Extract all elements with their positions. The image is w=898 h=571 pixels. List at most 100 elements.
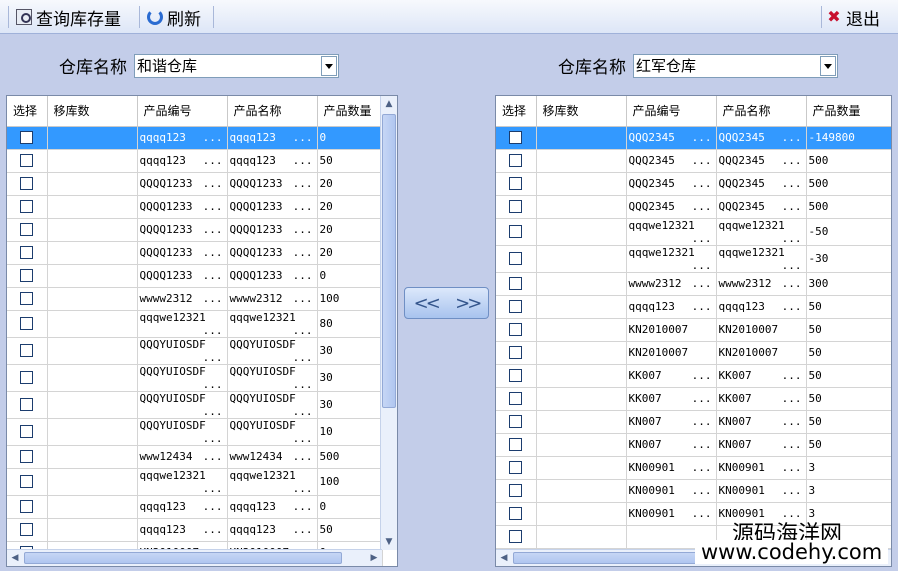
right-table-row[interactable]: KN00901... KN00901... 3 <box>496 479 891 503</box>
row-checkbox[interactable] <box>509 300 523 314</box>
move-quantity-cell[interactable] <box>47 149 138 173</box>
scroll-down-icon[interactable]: ▼ <box>382 535 396 549</box>
row-checkbox[interactable] <box>20 398 34 412</box>
left-table-row[interactable]: qqqq123... qqqq123... 0 <box>7 495 383 519</box>
select-cell[interactable] <box>496 433 537 457</box>
move-quantity-cell[interactable] <box>47 241 138 265</box>
row-checkbox[interactable] <box>20 317 34 331</box>
row-checkbox[interactable] <box>20 450 34 464</box>
move-quantity-cell[interactable] <box>47 218 138 242</box>
chevron-down-icon[interactable] <box>820 56 836 76</box>
left-table-row[interactable]: QQQQ1233... QQQQ1233... 20 <box>7 241 383 265</box>
move-quantity-cell[interactable] <box>536 364 627 388</box>
move-quantity-cell[interactable] <box>536 218 627 246</box>
select-cell[interactable] <box>496 410 537 434</box>
right-table-row[interactable]: QQQ2345... QQQ2345... 500 <box>496 172 891 196</box>
left-table-row[interactable]: qqqq123... qqqq123... 50 <box>7 518 383 542</box>
right-table-row[interactable]: QQQ2345... QQQ2345... 500 <box>496 195 891 219</box>
left-table-row[interactable]: QQQQ1233... QQQQ1233... 20 <box>7 172 383 196</box>
move-quantity-cell[interactable] <box>536 410 627 434</box>
row-checkbox[interactable] <box>509 415 523 429</box>
row-checkbox[interactable] <box>509 461 523 475</box>
row-checkbox[interactable] <box>20 223 34 237</box>
right-table-row[interactable]: KN2010007 KN2010007 50 <box>496 341 891 365</box>
move-quantity-cell[interactable] <box>536 456 627 480</box>
move-quantity-cell[interactable] <box>47 172 138 196</box>
select-cell[interactable] <box>7 149 48 173</box>
move-quantity-cell[interactable] <box>536 126 627 150</box>
move-quantity-cell[interactable] <box>47 126 138 150</box>
right-table-row[interactable]: KK007... KK007... 50 <box>496 364 891 388</box>
left-table-row[interactable]: QQQQ1233... QQQQ1233... 20 <box>7 195 383 219</box>
move-quantity-cell[interactable] <box>47 418 138 446</box>
row-checkbox[interactable] <box>509 438 523 452</box>
right-table-row[interactable]: qqqwe12321... qqqwe12321... -30 <box>496 245 891 273</box>
move-quantity-cell[interactable] <box>47 495 138 519</box>
left-table-row[interactable]: qqqwe12321... qqqwe12321... 80 <box>7 310 383 338</box>
right-table-row[interactable]: qqqwe12321... qqqwe12321... -50 <box>496 218 891 246</box>
row-checkbox[interactable] <box>20 523 34 537</box>
right-warehouse-select[interactable]: 红军仓库 <box>633 54 838 78</box>
select-cell[interactable] <box>7 241 48 265</box>
right-column-header[interactable]: 产品名称 <box>716 96 807 127</box>
row-checkbox[interactable] <box>20 292 34 306</box>
move-quantity-cell[interactable] <box>47 364 138 392</box>
move-quantity-cell[interactable] <box>536 433 627 457</box>
row-checkbox[interactable] <box>509 177 523 191</box>
select-cell[interactable] <box>496 195 537 219</box>
row-checkbox[interactable] <box>509 154 523 168</box>
left-table-row[interactable]: QQQYUIOSDF... QQQYUIOSDF... 30 <box>7 337 383 365</box>
left-table-row[interactable]: QQQYUIOSDF... QQQYUIOSDF... 30 <box>7 391 383 419</box>
left-horizontal-scrollbar[interactable]: ◀ ▶ <box>7 549 382 566</box>
right-table-row[interactable]: KN007... KN007... 50 <box>496 410 891 434</box>
left-column-header[interactable]: 产品数量 <box>317 96 383 127</box>
left-warehouse-select[interactable]: 和谐仓库 <box>134 54 339 78</box>
move-quantity-cell[interactable] <box>47 195 138 219</box>
row-checkbox[interactable] <box>20 131 34 145</box>
left-vertical-scrollbar[interactable]: ▲ ▼ <box>380 96 397 550</box>
row-checkbox[interactable] <box>509 530 523 544</box>
move-quantity-cell[interactable] <box>47 264 138 288</box>
select-cell[interactable] <box>7 364 48 392</box>
select-cell[interactable] <box>496 245 537 273</box>
select-cell[interactable] <box>7 391 48 419</box>
left-column-header[interactable]: 产品名称 <box>227 96 318 127</box>
select-cell[interactable] <box>7 418 48 446</box>
left-table-row[interactable]: QQQQ1233... QQQQ1233... 0 <box>7 264 383 288</box>
select-cell[interactable] <box>496 318 537 342</box>
move-quantity-cell[interactable] <box>536 525 627 549</box>
row-checkbox[interactable] <box>509 392 523 406</box>
move-quantity-cell[interactable] <box>536 502 627 526</box>
right-column-header[interactable]: 选择 <box>496 96 537 127</box>
move-quantity-cell[interactable] <box>536 479 627 503</box>
move-quantity-cell[interactable] <box>47 518 138 542</box>
right-column-header[interactable]: 产品编号 <box>626 96 717 127</box>
row-checkbox[interactable] <box>509 323 523 337</box>
row-checkbox[interactable] <box>20 246 34 260</box>
move-quantity-cell[interactable] <box>47 287 138 311</box>
select-cell[interactable] <box>7 518 48 542</box>
move-quantity-cell[interactable] <box>536 172 627 196</box>
move-quantity-cell[interactable] <box>536 387 627 411</box>
row-checkbox[interactable] <box>20 154 34 168</box>
row-checkbox[interactable] <box>20 177 34 191</box>
row-checkbox[interactable] <box>509 131 523 145</box>
select-cell[interactable] <box>496 295 537 319</box>
row-checkbox[interactable] <box>509 225 523 239</box>
scroll-up-icon[interactable]: ▲ <box>382 97 396 111</box>
left-table-row[interactable]: wwww2312... wwww2312... 100 <box>7 287 383 311</box>
right-horizontal-scroll-thumb[interactable] <box>513 552 713 564</box>
select-cell[interactable] <box>7 264 48 288</box>
left-column-header[interactable]: 选择 <box>7 96 48 127</box>
query-stock-button[interactable]: 查询库存量 <box>16 6 121 30</box>
select-cell[interactable] <box>496 502 537 526</box>
row-checkbox[interactable] <box>20 475 34 489</box>
select-cell[interactable] <box>496 479 537 503</box>
left-horizontal-scroll-thumb[interactable] <box>24 552 342 564</box>
move-quantity-cell[interactable] <box>47 468 138 496</box>
select-cell[interactable] <box>496 456 537 480</box>
select-cell[interactable] <box>496 341 537 365</box>
right-stock-grid[interactable]: 选择 移库数 产品编号 产品名称 产品数量 QQQ2345... QQQ2345... -1… <box>495 95 892 567</box>
select-cell[interactable] <box>496 218 537 246</box>
move-quantity-cell[interactable] <box>536 341 627 365</box>
